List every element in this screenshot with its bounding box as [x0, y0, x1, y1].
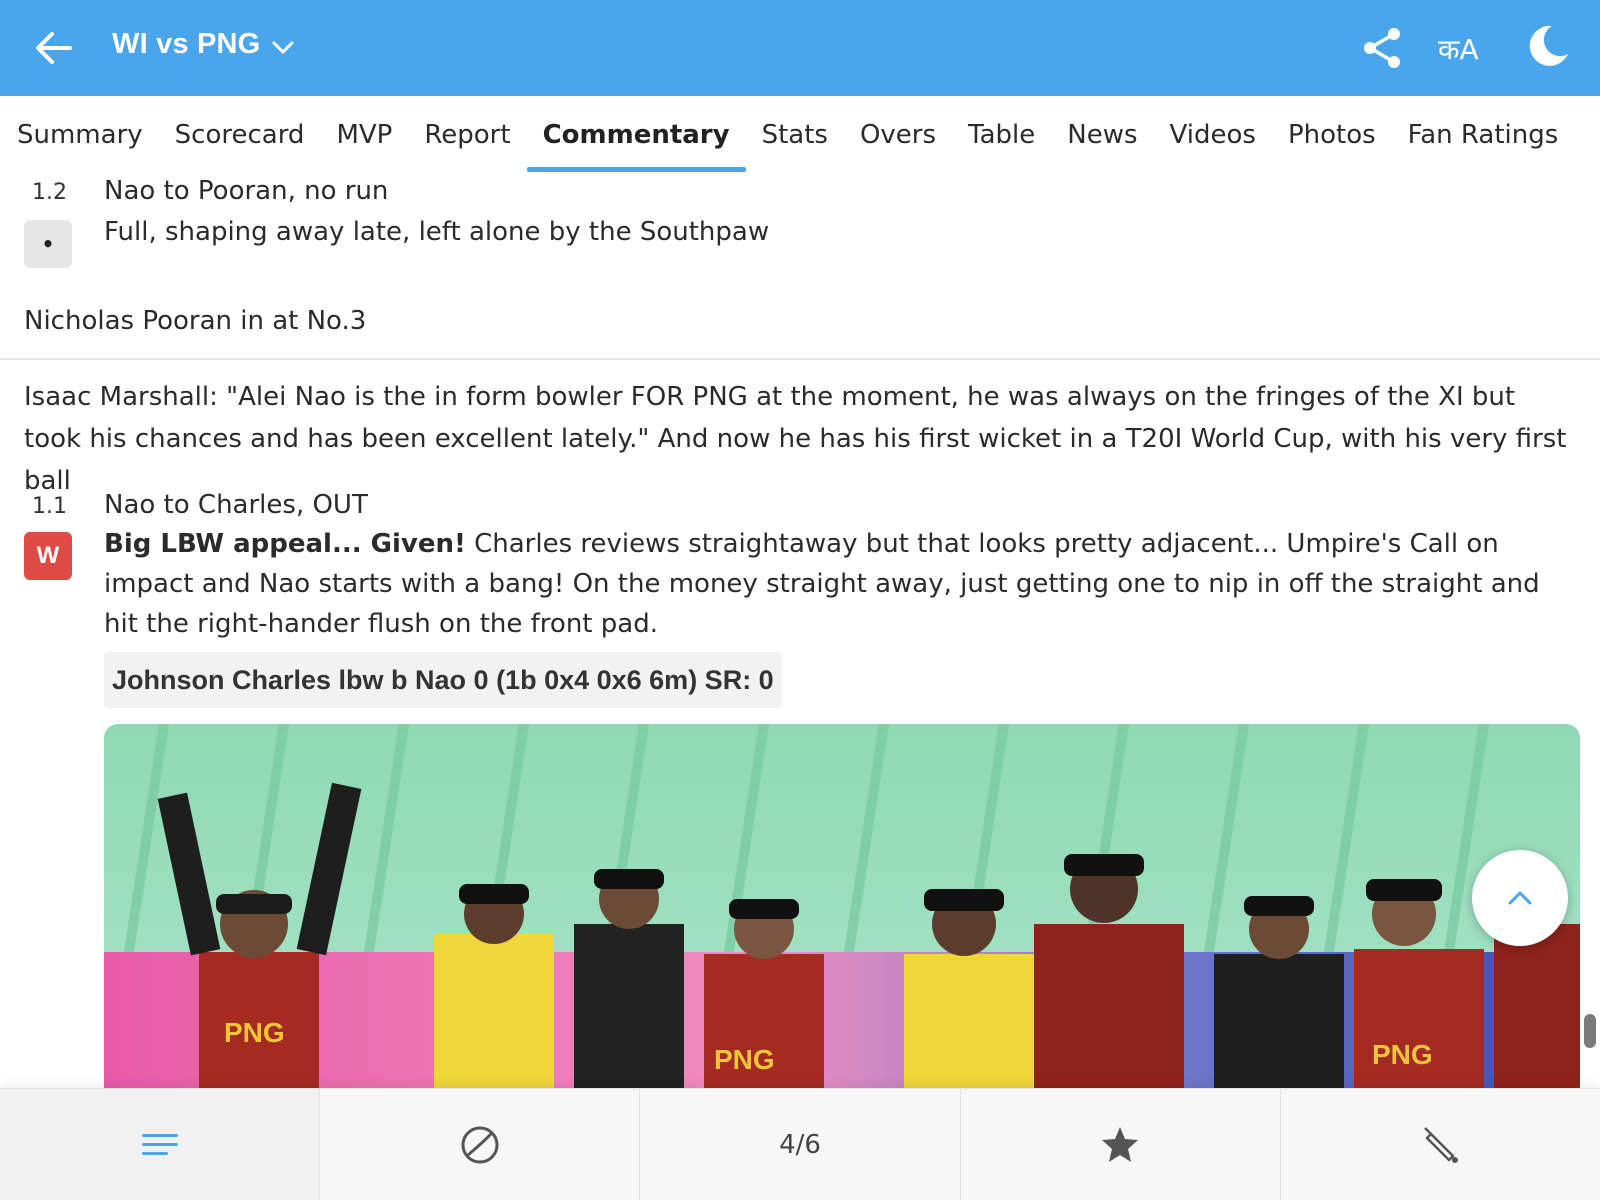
share-icon[interactable]	[1360, 26, 1404, 70]
commentary-note: Nicholas Pooran in at No.3	[24, 306, 367, 336]
chevron-down-icon[interactable]	[270, 34, 296, 60]
divider	[0, 358, 1600, 360]
celebration-photo[interactable]: PNG PNG PNG	[104, 724, 1580, 1090]
ball-title: Nao to Charles, OUT	[104, 490, 368, 520]
shirt-text: PNG	[224, 1017, 285, 1048]
language-icon[interactable]: कA	[1438, 30, 1479, 68]
bat-icon	[1424, 1126, 1459, 1163]
moon-icon[interactable]	[1522, 22, 1570, 70]
tab-fan-ratings[interactable]: Fan Ratings	[1408, 96, 1559, 174]
scrollbar-thumb[interactable]	[1584, 1014, 1596, 1048]
shirt-text: PNG	[714, 1044, 775, 1075]
page-counter: 4/6	[779, 1129, 821, 1160]
bottom-nav-bat[interactable]	[1281, 1089, 1600, 1200]
tab-report[interactable]: Report	[424, 96, 510, 174]
tab-mvp[interactable]: MVP	[336, 96, 392, 174]
tab-table[interactable]: Table	[968, 96, 1035, 174]
dismissal-summary: Johnson Charles lbw b Nao 0 (1b 0x4 0x6 …	[104, 652, 782, 708]
tab-commentary[interactable]: Commentary	[526, 96, 746, 174]
app-header: WI vs PNG कA	[0, 0, 1600, 96]
tab-photos[interactable]: Photos	[1288, 96, 1376, 174]
tab-summary[interactable]: Summary	[17, 96, 143, 174]
ball-text: Full, shaping away late, left alone by t…	[104, 217, 770, 247]
shirt-text: PNG	[1372, 1039, 1433, 1070]
bottom-nav-commentary[interactable]	[0, 1089, 321, 1200]
ball-title: Nao to Pooran, no run	[104, 176, 389, 206]
scroll-to-top-button[interactable]	[1472, 850, 1568, 946]
tab-bar: Summary Scorecard MVP Report Commentary …	[0, 96, 1600, 174]
dot-ball-badge: •	[24, 220, 72, 268]
bottom-nav-favorite[interactable]	[961, 1089, 1281, 1200]
bottom-nav: 4/6	[0, 1088, 1600, 1200]
tab-stats[interactable]: Stats	[762, 96, 828, 174]
wicket-badge: W	[24, 532, 72, 580]
menu-lines-icon	[141, 1133, 178, 1155]
back-arrow-icon[interactable]	[30, 26, 78, 70]
tab-videos[interactable]: Videos	[1170, 96, 1256, 174]
over-number: 1.2	[32, 180, 67, 205]
tab-news[interactable]: News	[1067, 96, 1137, 174]
star-icon	[1102, 1126, 1139, 1162]
ball-text-highlight: Big LBW appeal... Given!	[104, 529, 466, 559]
commentary-quote: Isaac Marshall: "Alei Nao is the in form…	[24, 382, 1567, 496]
chevron-up-icon	[1508, 891, 1532, 905]
match-title[interactable]: WI vs PNG	[112, 28, 260, 61]
tab-scorecard[interactable]: Scorecard	[175, 96, 305, 174]
tab-overs[interactable]: Overs	[860, 96, 936, 174]
bottom-nav-ball[interactable]	[320, 1089, 641, 1200]
ball-text: Big LBW appeal... Given! Charles reviews…	[104, 524, 1580, 644]
ball-icon	[461, 1126, 499, 1163]
bottom-nav-counter[interactable]: 4/6	[640, 1089, 961, 1200]
over-number: 1.1	[32, 494, 67, 519]
